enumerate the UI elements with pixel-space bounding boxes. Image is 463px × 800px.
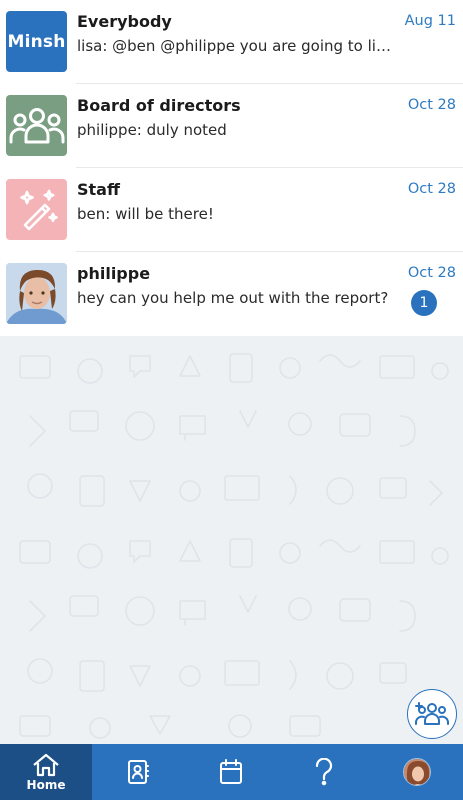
unread-badge: 1 xyxy=(411,290,437,316)
chat-list: Minsh Everybody lisa: @ben @philippe you… xyxy=(0,0,463,336)
chat-date: Oct 28 xyxy=(407,97,456,113)
chat-row-everybody[interactable]: Minsh Everybody lisa: @ben @philippe you… xyxy=(0,0,463,84)
bottom-nav: Home xyxy=(0,744,463,800)
user-photo xyxy=(6,263,67,324)
chat-wallpaper xyxy=(0,336,463,744)
chat-name: philippe xyxy=(77,264,151,283)
nav-calendar[interactable] xyxy=(185,744,278,800)
chat-row-board-of-directors[interactable]: Board of directors philippe: duly noted … xyxy=(0,84,463,168)
chat-preview: ben: will be there! xyxy=(77,205,214,223)
contacts-icon xyxy=(128,760,150,784)
chat-name: Staff xyxy=(77,180,120,199)
nav-contacts[interactable] xyxy=(92,744,185,800)
profile-avatar xyxy=(402,758,431,786)
add-group-icon xyxy=(415,702,449,725)
chat-preview: hey can you help me out with the report? xyxy=(77,289,389,307)
chat-name: Board of directors xyxy=(77,96,241,115)
chat-date: Aug 11 xyxy=(404,13,456,29)
chat-name: Everybody xyxy=(77,12,172,31)
nav-home[interactable]: Home xyxy=(0,744,92,800)
nav-profile[interactable] xyxy=(370,744,463,800)
new-group-button[interactable] xyxy=(407,689,457,739)
home-icon xyxy=(33,753,59,776)
chat-row-philippe[interactable]: philippe hey can you help me out with th… xyxy=(0,252,463,336)
chat-row-staff[interactable]: Staff ben: will be there! Oct 28 xyxy=(0,168,463,252)
avatar: Minsh xyxy=(6,11,67,72)
chat-date: Oct 28 xyxy=(407,265,456,281)
chat-preview: lisa: @ben @philippe you are going to li… xyxy=(77,37,395,55)
group-icon xyxy=(6,95,67,156)
magic-wand-icon xyxy=(6,179,67,240)
calendar-icon xyxy=(220,759,243,784)
nav-home-label: Home xyxy=(26,777,66,792)
nav-help[interactable] xyxy=(278,744,371,800)
chat-preview: philippe: duly noted xyxy=(77,121,227,139)
chat-date: Oct 28 xyxy=(407,181,456,197)
avatar-text: Minsh xyxy=(7,31,66,52)
help-icon xyxy=(315,758,332,786)
